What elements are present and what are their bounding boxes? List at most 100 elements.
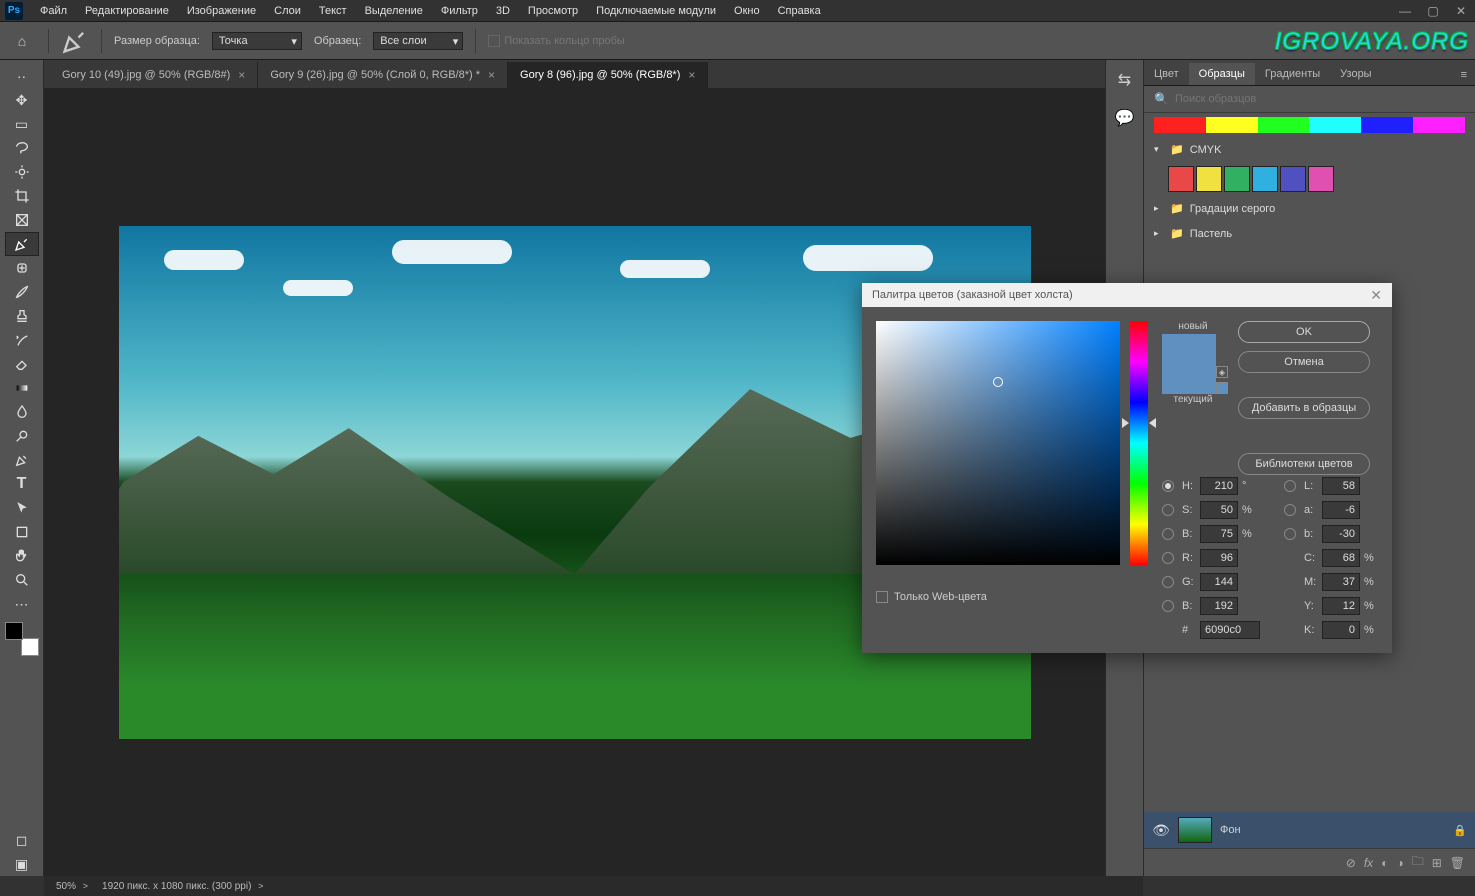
sample-select[interactable]: Все слои: [373, 32, 463, 50]
frame-tool[interactable]: [5, 208, 39, 232]
close-tab-icon[interactable]: ×: [238, 68, 245, 82]
document-tab[interactable]: Gory 8 (96).jpg @ 50% (RGB/8*)×: [508, 62, 708, 88]
layer-row[interactable]: 👁 Фон 🔒: [1144, 812, 1475, 848]
menu-Выделение[interactable]: Выделение: [356, 2, 432, 20]
lock-icon[interactable]: 🔒: [1453, 824, 1467, 837]
eyedropper-tool[interactable]: [5, 232, 39, 256]
swatch[interactable]: [1361, 117, 1413, 133]
field-k[interactable]: 0: [1322, 621, 1360, 639]
add-swatch-button[interactable]: Добавить в образцы: [1238, 397, 1370, 419]
crop-tool[interactable]: [5, 184, 39, 208]
ok-button[interactable]: OK: [1238, 321, 1370, 343]
blur-tool[interactable]: [5, 400, 39, 424]
document-dimensions[interactable]: 1920 пикс. x 1080 пикс. (300 ppi): [98, 879, 265, 894]
swatch[interactable]: [1224, 166, 1250, 192]
zoom-tool[interactable]: [5, 568, 39, 592]
swatch[interactable]: [1309, 117, 1361, 133]
swatch[interactable]: [1413, 117, 1465, 133]
web-only-checkbox[interactable]: Только Web-цвета: [876, 591, 987, 603]
folder-cmyk[interactable]: ▾📁CMYK: [1144, 137, 1475, 162]
lasso-tool[interactable]: [5, 136, 39, 160]
field-b[interactable]: 75: [1200, 525, 1238, 543]
ellipsis-icon[interactable]: ⋯: [5, 592, 39, 616]
swatch[interactable]: [1280, 166, 1306, 192]
menu-Слои[interactable]: Слои: [265, 2, 310, 20]
field-a[interactable]: -6: [1322, 501, 1360, 519]
field-r[interactable]: 96: [1200, 549, 1238, 567]
radio-b[interactable]: [1162, 528, 1174, 540]
radio-b2[interactable]: [1284, 528, 1296, 540]
maximize-button[interactable]: ▢: [1419, 0, 1447, 22]
menu-Файл[interactable]: Файл: [31, 2, 76, 20]
tab-gradients[interactable]: Градиенты: [1255, 63, 1330, 85]
pen-tool[interactable]: [5, 448, 39, 472]
screen-mode-icon[interactable]: ▣: [5, 852, 39, 876]
swatch[interactable]: [1206, 117, 1258, 133]
close-icon[interactable]: ✕: [1370, 287, 1382, 304]
history-brush-tool[interactable]: [5, 328, 39, 352]
home-button[interactable]: ⌂: [8, 28, 36, 54]
tab-patterns[interactable]: Узоры: [1330, 63, 1381, 85]
fx-icon[interactable]: fx: [1364, 856, 1373, 870]
swatch-search[interactable]: 🔍: [1144, 86, 1475, 113]
menu-Подключаемые модули[interactable]: Подключаемые модули: [587, 2, 725, 20]
close-tab-icon[interactable]: ×: [488, 68, 495, 82]
menu-Фильтр[interactable]: Фильтр: [432, 2, 487, 20]
search-input[interactable]: [1175, 93, 1465, 105]
menu-Текст[interactable]: Текст: [310, 2, 356, 20]
quick-select-tool[interactable]: [5, 160, 39, 184]
cancel-button[interactable]: Отмена: [1238, 351, 1370, 373]
show-ring-checkbox[interactable]: Показать кольцо пробы: [488, 35, 625, 47]
marquee-tool[interactable]: ▭: [5, 112, 39, 136]
current-tool-icon[interactable]: [61, 28, 89, 54]
zoom-level[interactable]: 50%: [52, 879, 90, 894]
swatch[interactable]: [1196, 166, 1222, 192]
hand-tool[interactable]: [5, 544, 39, 568]
field-s[interactable]: 50: [1200, 501, 1238, 519]
tab-swatches[interactable]: Образцы: [1189, 63, 1255, 85]
comments-icon[interactable]: 💬: [1115, 108, 1135, 128]
close-tab-icon[interactable]: ×: [688, 68, 695, 82]
close-button[interactable]: ✕: [1447, 0, 1475, 22]
panel-toggle-icon[interactable]: ⇆: [1118, 70, 1131, 90]
radio-s[interactable]: [1162, 504, 1174, 516]
grip-icon[interactable]: ··: [5, 64, 39, 88]
layer-thumbnail[interactable]: [1178, 817, 1212, 843]
dialog-titlebar[interactable]: Палитра цветов (заказной цвет холста) ✕: [862, 283, 1392, 307]
minimize-button[interactable]: —: [1391, 0, 1419, 22]
radio-bl[interactable]: [1162, 600, 1174, 612]
field-hex[interactable]: 6090c0: [1200, 621, 1260, 639]
saturation-value-field[interactable]: [876, 321, 1120, 565]
menu-Просмотр[interactable]: Просмотр: [519, 2, 587, 20]
sample-size-select[interactable]: Точка: [212, 32, 302, 50]
field-y[interactable]: 12: [1322, 597, 1360, 615]
swatch[interactable]: [1154, 117, 1206, 133]
swatch[interactable]: [1168, 166, 1194, 192]
quick-mask-icon[interactable]: ◻: [5, 828, 39, 852]
brush-tool[interactable]: [5, 280, 39, 304]
radio-a[interactable]: [1284, 504, 1296, 516]
gradient-tool[interactable]: [5, 376, 39, 400]
link-icon[interactable]: ⊘: [1346, 856, 1356, 870]
folder-grayscale[interactable]: ▸📁Градации серого: [1144, 196, 1475, 221]
menu-Изображение[interactable]: Изображение: [178, 2, 265, 20]
panel-menu-icon[interactable]: ≡: [1453, 65, 1475, 85]
mask-icon[interactable]: ◐: [1381, 856, 1388, 870]
radio-h[interactable]: [1162, 480, 1174, 492]
swatch[interactable]: [1252, 166, 1278, 192]
move-tool[interactable]: ✥: [5, 88, 39, 112]
field-h[interactable]: 210: [1200, 477, 1238, 495]
field-g[interactable]: 144: [1200, 573, 1238, 591]
field-l[interactable]: 58: [1322, 477, 1360, 495]
document-tab[interactable]: Gory 10 (49).jpg @ 50% (RGB/8#)×: [50, 62, 258, 88]
visibility-icon[interactable]: 👁: [1152, 822, 1170, 839]
folder-pastel[interactable]: ▸📁Пастель: [1144, 221, 1475, 246]
stamp-tool[interactable]: [5, 304, 39, 328]
eraser-tool[interactable]: [5, 352, 39, 376]
dodge-tool[interactable]: [5, 424, 39, 448]
path-select-tool[interactable]: [5, 496, 39, 520]
color-libs-button[interactable]: Библиотеки цветов: [1238, 453, 1370, 475]
menu-Окно[interactable]: Окно: [725, 2, 769, 20]
field-b2[interactable]: -30: [1322, 525, 1360, 543]
field-c[interactable]: 68: [1322, 549, 1360, 567]
